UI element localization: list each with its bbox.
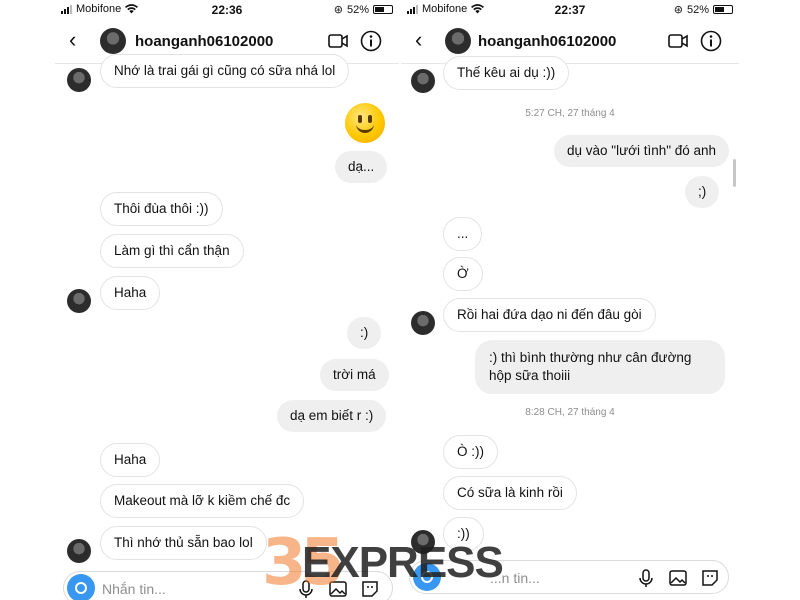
right-screenshot: Mobifone 22:37 ⊛ 52% ‹ hoanganh06102000 … xyxy=(401,0,739,600)
status-bar: Mobifone 22:37 ⊛ 52% xyxy=(401,0,739,20)
avatar xyxy=(411,69,435,93)
orientation-lock-icon: ⊛ xyxy=(333,4,343,16)
left-screenshot: Mobifone 22:36 ⊛ 52% ‹ hoanganh06102000 … xyxy=(55,0,399,600)
message-input[interactable]: Nhắn tin... xyxy=(102,581,166,597)
avatar xyxy=(67,539,91,563)
incoming-message: Làm gì thì cẩn thận xyxy=(100,234,244,268)
avatar xyxy=(67,68,91,92)
avatar[interactable] xyxy=(100,28,126,54)
incoming-message: Ò :)) xyxy=(443,435,498,469)
avatar xyxy=(67,289,91,313)
incoming-message: Haha xyxy=(100,443,161,477)
microphone-icon[interactable] xyxy=(296,579,316,599)
info-icon[interactable] xyxy=(700,30,722,52)
avatar[interactable] xyxy=(445,28,471,54)
outgoing-message: dạ em biết r :) xyxy=(277,400,387,432)
timestamp: 8:28 CH, 27 tháng 4 xyxy=(525,407,615,418)
message-composer[interactable]: Nhắn tin... xyxy=(63,571,393,600)
outgoing-message: trời má xyxy=(320,359,389,391)
scrollbar[interactable] xyxy=(733,159,736,187)
avatar xyxy=(411,311,435,335)
avatar xyxy=(411,530,435,554)
battery-icon xyxy=(713,5,733,14)
battery-percent: 52% xyxy=(346,3,369,16)
incoming-message: :)) xyxy=(443,517,484,551)
outgoing-message: :) thì bình thường như cân đường hộp sữa… xyxy=(475,340,725,394)
orientation-lock-icon: ⊛ xyxy=(673,4,683,16)
message-composer[interactable]: ...n tin... xyxy=(409,560,729,594)
sticker-icon[interactable] xyxy=(360,579,380,599)
chat-username[interactable]: hoanganh06102000 xyxy=(478,33,616,50)
incoming-message: Nhớ là trai gái gì cũng có sữa nhá lol xyxy=(100,54,350,88)
outgoing-message: :) xyxy=(347,317,382,349)
message-input[interactable]: ...n tin... xyxy=(490,570,540,586)
chat-username[interactable]: hoanganh06102000 xyxy=(135,33,273,50)
outgoing-message: ;) xyxy=(685,176,720,208)
incoming-message: Haha xyxy=(100,276,161,310)
incoming-message: Thế kêu ai dụ :)) xyxy=(443,56,570,90)
camera-icon[interactable] xyxy=(67,574,95,600)
info-icon[interactable] xyxy=(360,30,382,52)
battery-percent: 52% xyxy=(686,3,709,16)
smiling-face-emoji xyxy=(345,103,385,143)
incoming-message: Thì nhớ thủ sẵn bao lol xyxy=(100,526,267,560)
microphone-icon[interactable] xyxy=(636,568,656,588)
incoming-message: Có sữa là kinh rồi xyxy=(443,476,577,510)
image-icon[interactable] xyxy=(328,579,348,599)
video-camera-icon[interactable] xyxy=(328,33,348,49)
timestamp: 5:27 CH, 27 tháng 4 xyxy=(525,108,615,119)
chevron-left-icon[interactable]: ‹ xyxy=(415,29,422,51)
image-icon[interactable] xyxy=(668,568,688,588)
incoming-message: Thôi đùa thôi :)) xyxy=(100,192,223,226)
incoming-message: Ờ xyxy=(443,257,483,291)
incoming-message: Rồi hai đứa dạo ni đến đâu gòi xyxy=(443,298,656,332)
outgoing-message: dụ vào "lưới tình" đó anh xyxy=(554,135,730,167)
battery-icon xyxy=(373,5,393,14)
video-camera-icon[interactable] xyxy=(668,33,688,49)
sticker-icon[interactable] xyxy=(700,568,720,588)
outgoing-message: dạ... xyxy=(335,151,388,183)
chevron-left-icon[interactable]: ‹ xyxy=(69,29,76,51)
incoming-message: ... xyxy=(443,217,483,251)
camera-icon[interactable] xyxy=(413,563,441,591)
incoming-message: Makeout mà lỡ k kiềm chế đc xyxy=(100,484,305,518)
status-bar: Mobifone 22:36 ⊛ 52% xyxy=(55,0,399,20)
